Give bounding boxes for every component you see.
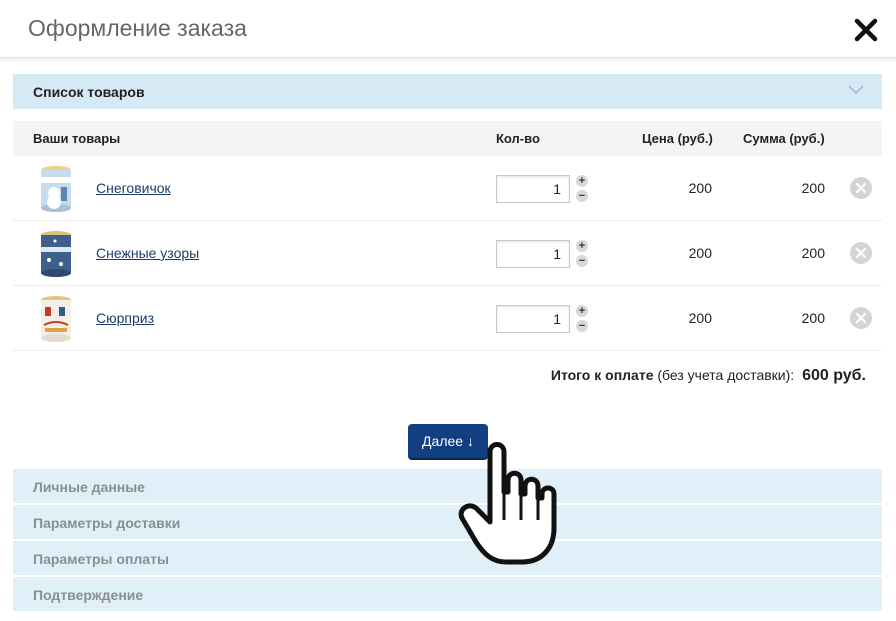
order-total: Итого к оплате (без учета доставки): 600…	[551, 367, 866, 385]
close-icon[interactable]	[852, 16, 880, 44]
modal-title: Оформление заказа	[28, 15, 247, 41]
quantity-increase-button[interactable]: +	[576, 240, 588, 252]
step-label: Подтверждение	[33, 587, 144, 603]
cart-section-header[interactable]: Список товаров	[13, 74, 882, 109]
step-personal-data[interactable]: Личные данные	[13, 469, 882, 503]
step-label: Параметры оплаты	[33, 551, 169, 567]
cart-section-title: Список товаров	[33, 84, 145, 100]
cart-row: Сюрприз + − 200 200	[13, 286, 882, 351]
step-confirmation[interactable]: Подтверждение	[13, 577, 882, 611]
product-thumbnail	[41, 166, 71, 212]
cart-row: Снеговичок + − 200 200	[13, 156, 882, 221]
sum-value: 200	[801, 180, 825, 196]
sum-value: 200	[801, 245, 825, 261]
price-value: 200	[688, 180, 712, 196]
quantity-decrease-button[interactable]: −	[576, 255, 588, 267]
step-payment[interactable]: Параметры оплаты	[13, 541, 882, 575]
remove-icon[interactable]	[850, 177, 872, 199]
product-thumbnail	[41, 231, 71, 277]
product-link[interactable]: Снежные узоры	[96, 245, 199, 261]
step-label: Параметры доставки	[33, 515, 181, 531]
cart-row: Снежные узоры + − 200 200	[13, 221, 882, 286]
price-value: 200	[688, 245, 712, 261]
sum-value: 200	[801, 310, 825, 326]
cart-table-header: Ваши товары Кол-во Цена (руб.) Сумма (ру…	[13, 121, 882, 156]
total-amount: 600 руб.	[802, 367, 866, 384]
quantity-input[interactable]	[496, 305, 570, 333]
chevron-down-icon[interactable]	[848, 84, 864, 96]
modal-header: Оформление заказа	[0, 0, 896, 58]
remove-icon[interactable]	[850, 307, 872, 329]
quantity-decrease-button[interactable]: −	[576, 320, 588, 332]
quantity-increase-button[interactable]: +	[576, 175, 588, 187]
column-header-product: Ваши товары	[33, 131, 121, 146]
quantity-increase-button[interactable]: +	[576, 305, 588, 317]
remove-icon[interactable]	[850, 242, 872, 264]
column-header-price: Цена (руб.)	[642, 131, 713, 146]
step-label: Личные данные	[33, 479, 145, 495]
column-header-qty: Кол-во	[496, 131, 540, 146]
next-button[interactable]: Далее ↓	[408, 424, 488, 458]
product-thumbnail	[41, 296, 71, 342]
price-value: 200	[688, 310, 712, 326]
product-link[interactable]: Снеговичок	[96, 180, 171, 196]
quantity-decrease-button[interactable]: −	[576, 190, 588, 202]
step-delivery[interactable]: Параметры доставки	[13, 505, 882, 539]
total-label: Итого к оплате	[550, 367, 654, 383]
total-note: (без учета доставки):	[657, 367, 795, 383]
quantity-input[interactable]	[496, 175, 570, 203]
quantity-input[interactable]	[496, 240, 570, 268]
product-link[interactable]: Сюрприз	[96, 310, 154, 326]
column-header-sum: Сумма (руб.)	[743, 131, 825, 146]
